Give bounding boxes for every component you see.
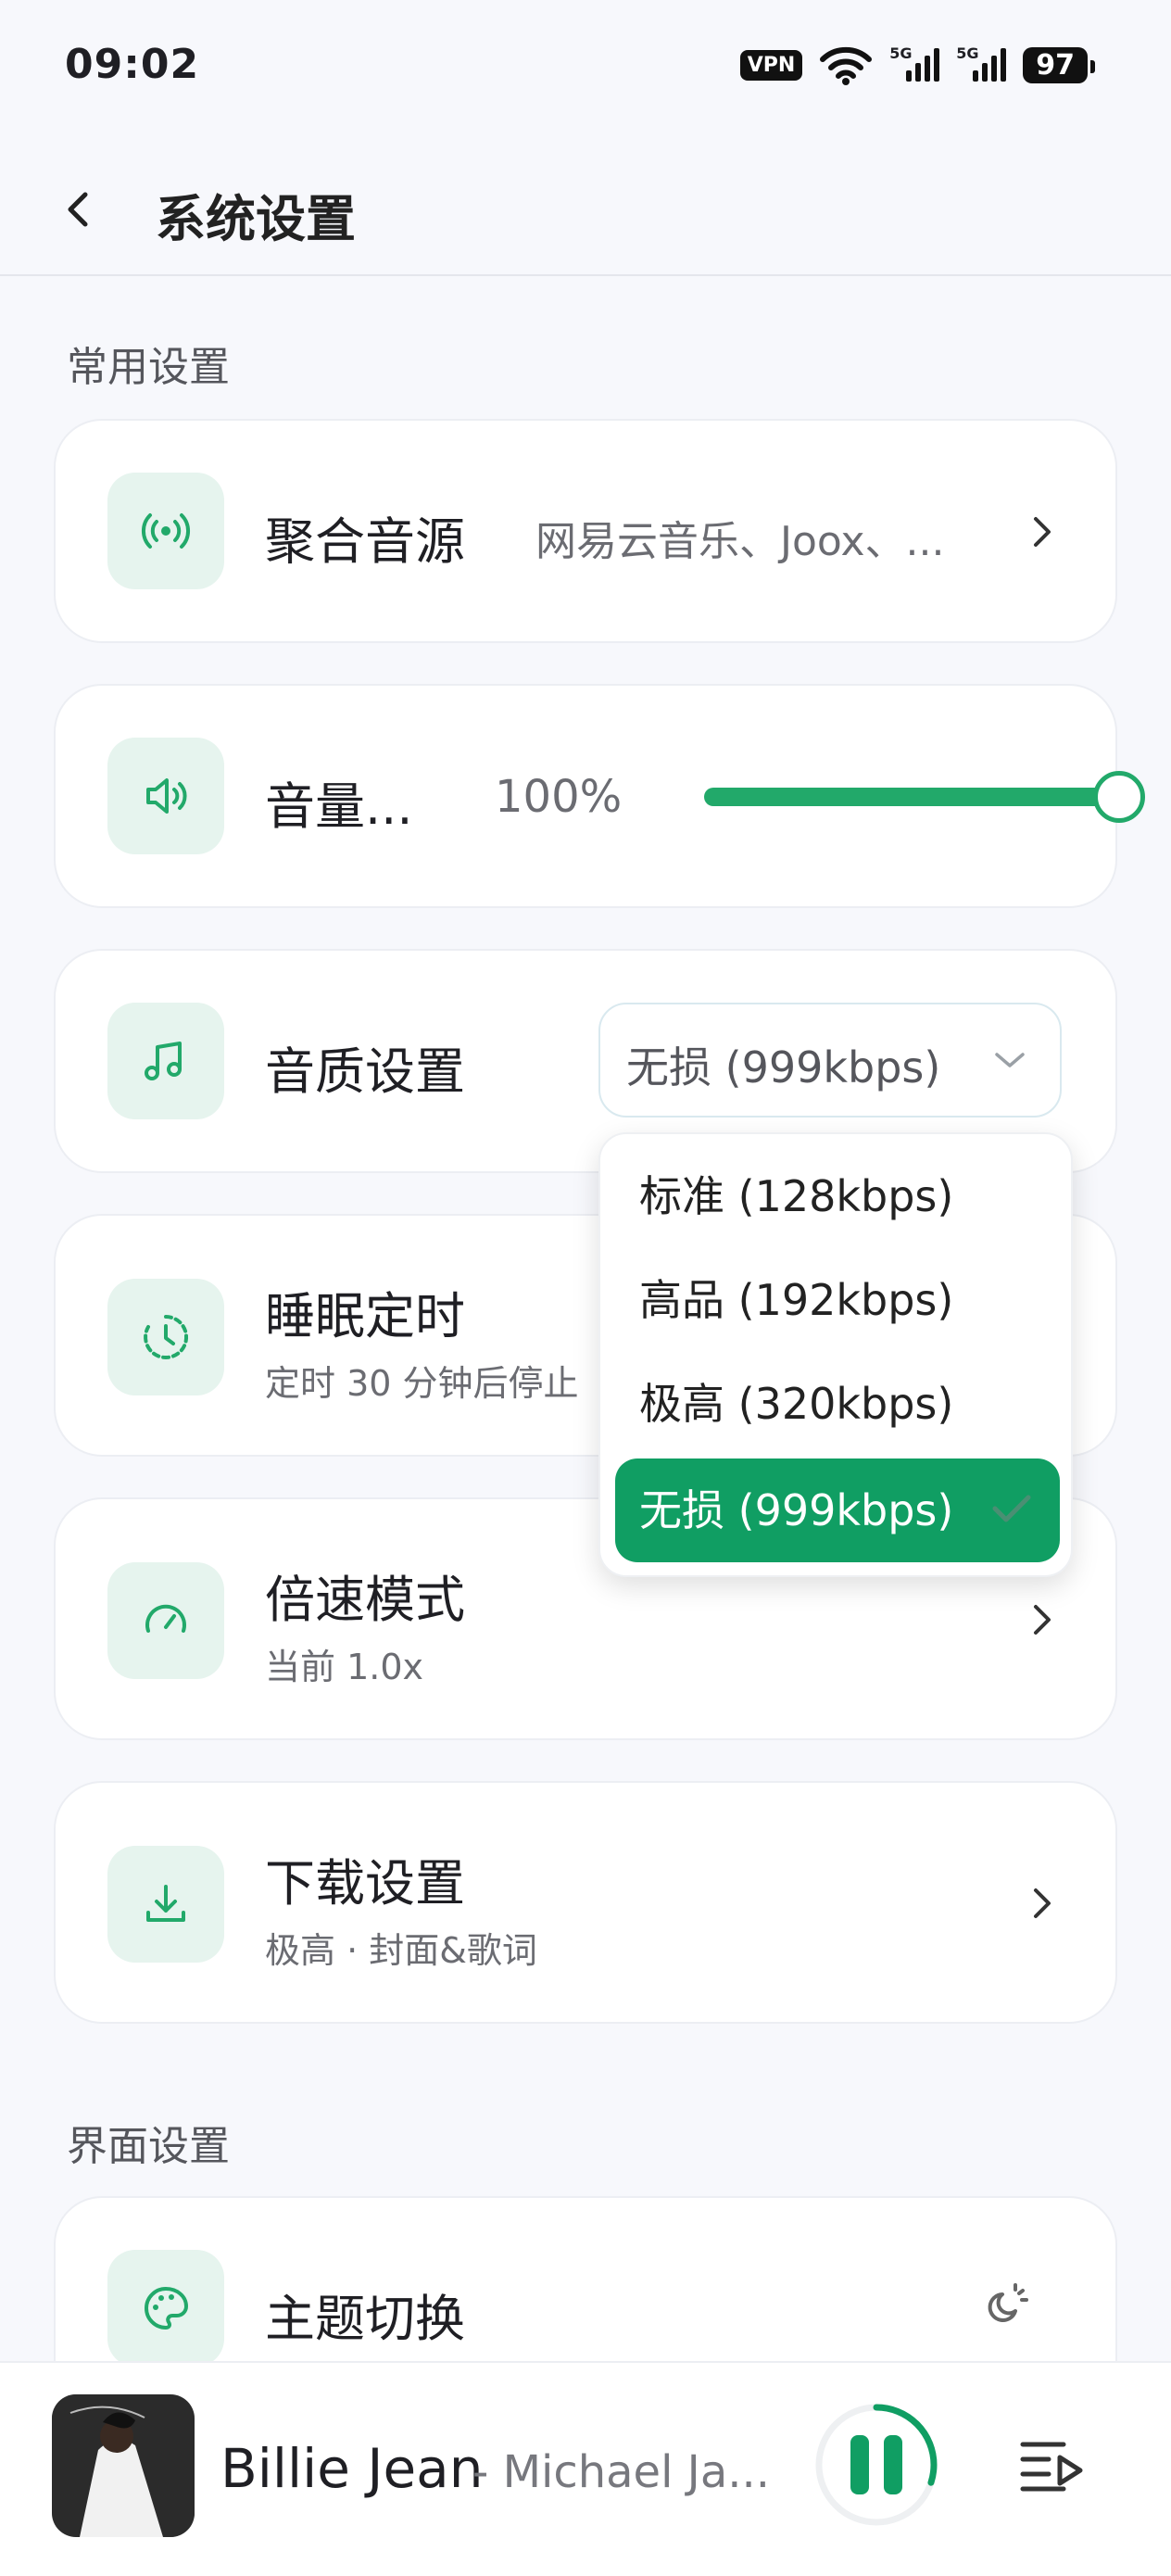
- setting-download-sub: 极高 · 封面&歌词: [265, 1930, 537, 1971]
- status-icons: VPN 5G 5G 97: [739, 44, 1095, 85]
- volume-slider-track[interactable]: [704, 788, 1119, 806]
- quality-select[interactable]: 无损 (999kbps): [598, 1003, 1062, 1118]
- signal-icon-1: 5G: [889, 44, 940, 82]
- quality-option[interactable]: 标准 (128kbps): [615, 1147, 1060, 1245]
- chevron-down-icon: [995, 1053, 1025, 1067]
- speaker-icon: [107, 738, 224, 854]
- quality-option[interactable]: 高品 (192kbps): [615, 1251, 1060, 1349]
- quality-select-value: 无损 (999kbps): [626, 1042, 941, 1092]
- quality-dropdown-menu: 标准 (128kbps) 高品 (192kbps) 极高 (320kbps) 无…: [598, 1132, 1073, 1577]
- setting-source[interactable]: 聚合音源 网易云音乐、Joox、...: [54, 419, 1117, 643]
- palette-icon: [107, 2250, 224, 2367]
- playlist-icon[interactable]: [1019, 2437, 1086, 2493]
- setting-speed-sub: 当前 1.0x: [265, 1647, 424, 1687]
- setting-volume-label: 音量...: [265, 777, 413, 836]
- setting-volume: 音量... 100%: [54, 684, 1145, 908]
- music-note-icon: [107, 1003, 224, 1119]
- back-arrow-icon[interactable]: [59, 182, 96, 237]
- now-playing-artist: - Michael Ja...: [472, 2446, 771, 2498]
- play-pause-button[interactable]: [812, 2400, 941, 2530]
- battery-indicator: 97: [1023, 46, 1095, 83]
- theme-mode-icon: [988, 2283, 1028, 2322]
- timer-icon: [107, 1279, 224, 1395]
- chevron-right-icon: [1034, 517, 1051, 547]
- volume-slider-thumb[interactable]: [1093, 771, 1145, 823]
- quality-option-selected[interactable]: 无损 (999kbps): [615, 1458, 1060, 1562]
- chevron-right-icon: [1034, 1888, 1051, 1918]
- setting-speed-label: 倍速模式: [265, 1571, 465, 1629]
- signal-icon-2: 5G: [956, 44, 1007, 82]
- quality-option[interactable]: 极高 (320kbps): [615, 1355, 1060, 1453]
- section-title-common: 常用设置: [67, 344, 230, 391]
- pause-icon: [850, 2435, 869, 2494]
- vpn-badge: VPN: [739, 49, 803, 81]
- chevron-right-icon: [1034, 1605, 1051, 1635]
- volume-value: 100%: [495, 771, 623, 823]
- setting-quality-label: 音质设置: [265, 1042, 465, 1101]
- setting-sleep-label: 睡眠定时: [265, 1287, 465, 1345]
- setting-source-label: 聚合音源: [265, 512, 465, 571]
- quality-option-selected-label: 无损 (999kbps): [639, 1485, 954, 1535]
- setting-sleep-sub: 定时 30 分钟后停止: [265, 1363, 579, 1404]
- status-time: 09:02: [65, 41, 200, 88]
- check-icon: [992, 1495, 1031, 1522]
- wifi-icon: [820, 46, 873, 85]
- now-playing-title: Billie Jean: [220, 2437, 484, 2500]
- album-cover[interactable]: [52, 2394, 195, 2537]
- setting-theme-label: 主题切换: [265, 2290, 465, 2348]
- setting-download[interactable]: 下载设置 极高 · 封面&歌词: [54, 1781, 1117, 2024]
- setting-download-label: 下载设置: [265, 1854, 465, 1913]
- broadcast-icon: [107, 473, 224, 589]
- page-title: 系统设置: [156, 190, 356, 248]
- section-title-ui: 界面设置: [67, 2123, 230, 2170]
- download-icon: [107, 1846, 224, 1963]
- speedometer-icon: [107, 1562, 224, 1679]
- setting-source-value: 网易云音乐、Joox、...: [535, 518, 945, 565]
